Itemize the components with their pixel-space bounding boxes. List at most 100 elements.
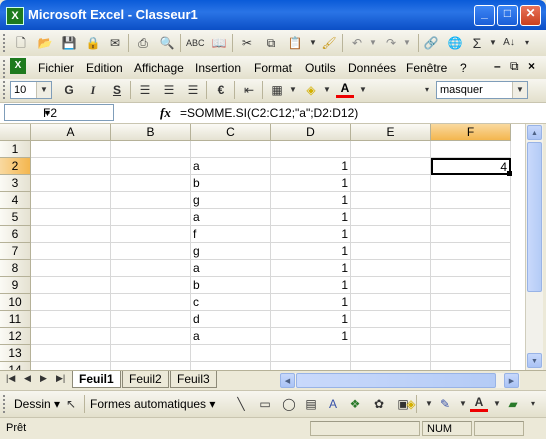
cell-a5[interactable] — [31, 209, 111, 226]
menu-outils[interactable]: Outils — [305, 61, 336, 75]
cell-d2[interactable]: 1 — [271, 158, 351, 175]
cell-d8[interactable]: 1 — [271, 260, 351, 277]
cell-e4[interactable] — [351, 192, 431, 209]
cell-d14[interactable] — [271, 362, 351, 370]
row-header-9[interactable]: 9 — [0, 277, 31, 294]
cell-f1[interactable] — [431, 141, 511, 158]
chevron-down-icon[interactable]: ▼ — [512, 82, 527, 98]
permission-icon[interactable]: 🔒 — [84, 34, 102, 52]
menu-grip[interactable] — [3, 60, 8, 78]
scroll-left-icon[interactable]: ◀ — [280, 373, 295, 388]
print-preview-icon[interactable]: 🔍 — [158, 34, 176, 52]
3d-style-icon[interactable]: ▰ — [504, 395, 522, 413]
cell-c9[interactable]: b — [191, 277, 271, 294]
horizontal-scrollbar[interactable]: ◀ ▶ — [280, 373, 520, 388]
row-header-5[interactable]: 5 — [0, 209, 31, 226]
print-icon[interactable]: ⎙ — [134, 34, 152, 52]
cell-d5[interactable]: 1 — [271, 209, 351, 226]
font-color-button[interactable]: A — [336, 81, 354, 98]
cell-c14[interactable] — [191, 362, 271, 370]
cell-c5[interactable]: a — [191, 209, 271, 226]
toolbar-grip[interactable] — [3, 395, 8, 413]
cell-e1[interactable] — [351, 141, 431, 158]
name-box[interactable]: F2 ▼ — [4, 104, 114, 121]
row-header-2[interactable]: 2 — [0, 158, 31, 175]
cell-f14[interactable] — [431, 362, 511, 370]
row-header-1[interactable]: 1 — [0, 141, 31, 158]
vertical-scroll-thumb[interactable] — [527, 142, 542, 292]
cell-c4[interactable]: g — [191, 192, 271, 209]
text-box-icon[interactable]: ▤ — [302, 395, 320, 413]
cell-f4[interactable] — [431, 192, 511, 209]
next-sheet-icon[interactable]: ▶ — [40, 373, 47, 384]
sheet-tab-feuil2[interactable]: Feuil2 — [122, 371, 169, 388]
new-document-icon[interactable]: 🗋 — [12, 34, 30, 52]
cell-a9[interactable] — [31, 277, 111, 294]
column-header-b[interactable]: B — [111, 124, 191, 141]
cell-b9[interactable] — [111, 277, 191, 294]
cell-a10[interactable] — [31, 294, 111, 311]
chevron-down-icon[interactable]: ▼ — [36, 82, 51, 98]
cell-b12[interactable] — [111, 328, 191, 345]
font-size-combo[interactable]: 10 ▼ — [10, 81, 52, 99]
cell-b7[interactable] — [111, 243, 191, 260]
email-icon[interactable]: ✉ — [106, 34, 124, 52]
cell-f10[interactable] — [431, 294, 511, 311]
diagram-icon[interactable]: ❖ — [346, 395, 364, 413]
cell-b2[interactable] — [111, 158, 191, 175]
cell-a7[interactable] — [31, 243, 111, 260]
cell-a12[interactable] — [31, 328, 111, 345]
cell-b1[interactable] — [111, 141, 191, 158]
first-sheet-icon[interactable]: |◀ — [6, 373, 15, 384]
save-icon[interactable]: 💾 — [60, 34, 78, 52]
cell-e3[interactable] — [351, 175, 431, 192]
align-left-icon[interactable]: ☰ — [136, 81, 154, 99]
cell-f2[interactable]: 4 — [431, 158, 511, 175]
cell-e11[interactable] — [351, 311, 431, 328]
wordart-icon[interactable]: A — [324, 395, 342, 413]
style-combo[interactable]: masquer ▼ — [436, 81, 528, 99]
cell-c8[interactable]: a — [191, 260, 271, 277]
cell-a2[interactable] — [31, 158, 111, 175]
row-header-14[interactable]: 14 — [0, 362, 31, 370]
chevron-down-icon[interactable]: ▼ — [43, 105, 111, 122]
select-objects-icon[interactable]: ↖ — [62, 395, 80, 413]
rectangle-icon[interactable]: ▭ — [256, 395, 274, 413]
row-header-3[interactable]: 3 — [0, 175, 31, 192]
sheet-tab-feuil3[interactable]: Feuil3 — [170, 371, 217, 388]
row-header-13[interactable]: 13 — [0, 345, 31, 362]
cell-f13[interactable] — [431, 345, 511, 362]
cell-c2[interactable]: a — [191, 158, 271, 175]
cell-b6[interactable] — [111, 226, 191, 243]
copy-icon[interactable]: ⧉ — [262, 34, 280, 52]
prev-sheet-icon[interactable]: ◀ — [24, 373, 31, 384]
last-sheet-icon[interactable]: ▶| — [56, 373, 65, 384]
cell-e5[interactable] — [351, 209, 431, 226]
close-button[interactable]: ✕ — [520, 5, 541, 26]
doc-minimize-icon[interactable]: – — [494, 59, 501, 73]
draw-fill-color-icon[interactable]: ◈ — [402, 395, 420, 413]
maximize-button[interactable]: □ — [497, 5, 518, 26]
research-icon[interactable]: 📖 — [210, 34, 228, 52]
decrease-indent-icon[interactable]: ⇤ — [240, 81, 258, 99]
toolbar-options-icon[interactable]: ▾ — [524, 395, 542, 413]
line-icon[interactable]: ╲ — [232, 395, 250, 413]
column-header-d[interactable]: D — [271, 124, 351, 141]
cell-a6[interactable] — [31, 226, 111, 243]
excel-document-icon[interactable]: X — [10, 58, 26, 74]
cell-f8[interactable] — [431, 260, 511, 277]
cell-f3[interactable] — [431, 175, 511, 192]
cell-e8[interactable] — [351, 260, 431, 277]
row-header-12[interactable]: 12 — [0, 328, 31, 345]
cell-d6[interactable]: 1 — [271, 226, 351, 243]
formula-input[interactable]: =SOMME.SI(C2:C12;"a";D2:D12) — [180, 106, 358, 120]
row-header-7[interactable]: 7 — [0, 243, 31, 260]
toolbar-grip[interactable] — [3, 34, 8, 52]
cell-d10[interactable]: 1 — [271, 294, 351, 311]
row-header-4[interactable]: 4 — [0, 192, 31, 209]
column-header-f[interactable]: F — [431, 124, 511, 141]
scroll-right-icon[interactable]: ▶ — [504, 373, 519, 388]
currency-button[interactable]: € — [212, 81, 230, 99]
cell-d7[interactable]: 1 — [271, 243, 351, 260]
insert-hyperlink-icon[interactable]: 🔗 — [422, 34, 440, 52]
